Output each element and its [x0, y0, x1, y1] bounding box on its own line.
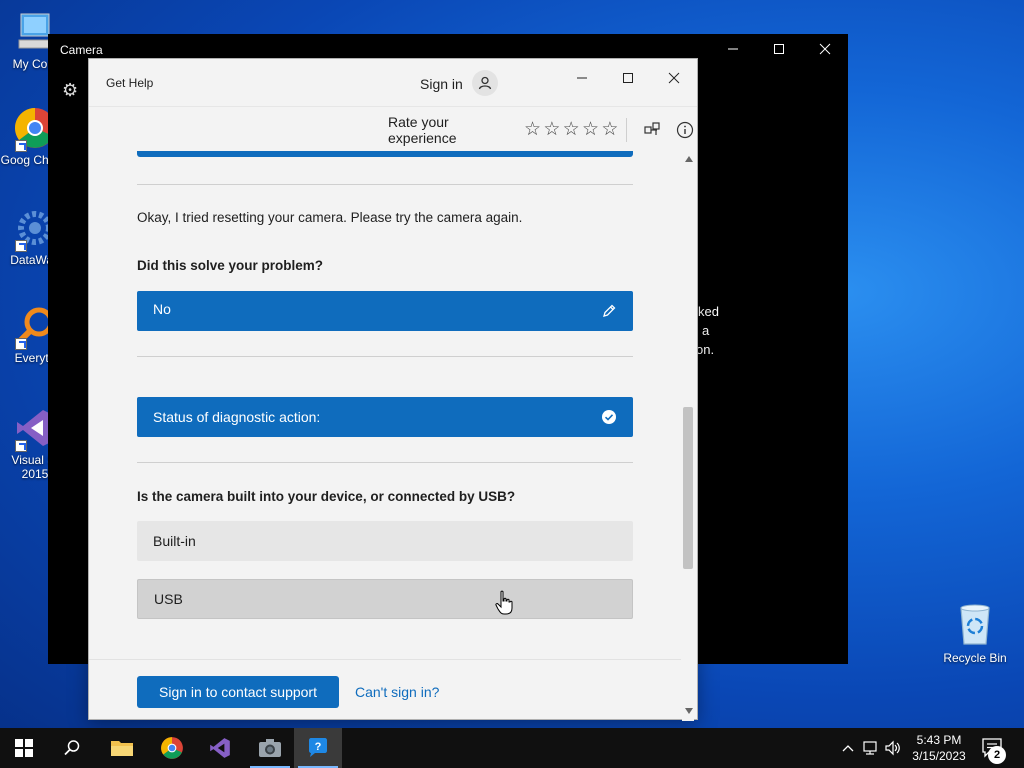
folder-icon [111, 741, 133, 756]
clock-date: 3/15/2023 [912, 749, 966, 763]
scrollbar-thumb[interactable] [683, 407, 693, 569]
close-button[interactable] [651, 63, 697, 93]
scroll-up-arrow-icon[interactable] [685, 156, 693, 162]
recycle-bin-icon [960, 604, 990, 645]
info-icon[interactable] [674, 119, 697, 141]
sign-in-contact-support-button[interactable]: Sign in to contact support [137, 676, 339, 708]
option-usb-label: USB [154, 591, 183, 607]
desktop-icon-recycle-bin[interactable]: Recycle Bin [938, 600, 1012, 665]
taskbar-visual-studio[interactable] [196, 728, 244, 768]
scroll-down-arrow-icon[interactable] [685, 708, 693, 714]
gear-icon[interactable]: ⚙ [62, 80, 82, 100]
search-icon [64, 740, 80, 756]
maximize-button[interactable] [605, 63, 651, 93]
taskbar-chrome[interactable] [148, 728, 196, 768]
shortcut-arrow-icon [15, 240, 27, 252]
cant-sign-in-link[interactable]: Can't sign in? [355, 684, 439, 700]
recycle-bin-label: Recycle Bin [943, 651, 1007, 665]
share-icon[interactable] [641, 119, 664, 141]
rating-separator [625, 118, 627, 142]
camera-type-question: Is the camera built into your device, or… [137, 489, 516, 504]
pencil-icon[interactable] [601, 303, 617, 319]
solve-answer-button[interactable]: No [137, 291, 633, 331]
network-icon[interactable] [860, 738, 880, 758]
reset-message: Okay, I tried resetting your camera. Ple… [137, 210, 523, 225]
camera-window-title: Camera [60, 43, 103, 57]
taskbar-clock[interactable]: 5:43 PM 3/15/2023 [906, 732, 972, 764]
clock-time: 5:43 PM [916, 733, 962, 747]
maximize-icon [623, 73, 633, 83]
taskbar: ? 5:43 PM 3/15/2023 2 [0, 728, 1024, 768]
solve-question: Did this solve your problem? [137, 258, 324, 273]
get-help-window[interactable]: Get Help Sign in Rate your experience ☆ … [88, 58, 698, 721]
star-1-icon[interactable]: ☆ [523, 120, 542, 140]
minimize-button[interactable] [710, 34, 756, 64]
rating-row: Rate your experience ☆ ☆ ☆ ☆ ☆ [388, 114, 697, 146]
shortcut-arrow-icon [15, 140, 27, 152]
taskbar-file-explorer[interactable] [98, 728, 146, 768]
svg-text:?: ? [315, 741, 322, 753]
star-3-icon[interactable]: ☆ [562, 120, 581, 140]
hand-cursor-icon [495, 590, 513, 615]
close-icon [668, 72, 680, 84]
footer: Sign in to contact support Can't sign in… [89, 659, 681, 719]
chrome-icon [161, 737, 183, 759]
option-builtin-button[interactable]: Built-in [137, 521, 633, 561]
get-help-title: Get Help [106, 76, 154, 90]
diagnostic-status-button[interactable]: Status of diagnostic action: [137, 397, 633, 437]
taskbar-search-button[interactable] [48, 728, 96, 768]
avatar[interactable] [472, 70, 498, 96]
divider [137, 184, 633, 185]
get-help-icon: ? [309, 738, 327, 757]
start-button[interactable] [0, 728, 48, 768]
shortcut-arrow-icon [15, 338, 27, 350]
camera-partial-text: ked a on. [696, 304, 719, 357]
star-2-icon[interactable]: ☆ [542, 120, 561, 140]
checkmark-circle-icon [602, 410, 616, 424]
header-divider [89, 106, 697, 107]
maximize-button[interactable] [756, 34, 802, 64]
star-5-icon[interactable]: ☆ [600, 120, 619, 140]
camera-icon [259, 739, 281, 757]
minimize-button[interactable] [559, 63, 605, 93]
divider [137, 462, 633, 463]
solve-answer-label: No [153, 301, 171, 317]
person-icon [478, 76, 492, 90]
previous-answer-bar [137, 151, 633, 157]
show-hidden-icons-chevron-icon[interactable] [838, 738, 858, 758]
divider [137, 356, 633, 357]
taskbar-get-help[interactable]: ? [294, 728, 342, 768]
minimize-icon [728, 48, 738, 50]
star-4-icon[interactable]: ☆ [581, 120, 600, 140]
taskbar-camera[interactable] [246, 728, 294, 768]
rate-label: Rate your experience [388, 114, 457, 146]
notification-count-badge: 2 [988, 746, 1006, 764]
close-button[interactable] [802, 34, 848, 64]
diagnostic-status-label: Status of diagnostic action: [153, 409, 321, 425]
sign-in-link[interactable]: Sign in [420, 76, 463, 92]
option-builtin-label: Built-in [153, 533, 196, 549]
close-icon [819, 43, 831, 55]
windows-logo-icon [15, 739, 33, 757]
visual-studio-icon [210, 738, 230, 758]
maximize-icon [774, 44, 784, 54]
volume-icon[interactable] [883, 738, 903, 758]
option-usb-button[interactable]: USB [137, 579, 633, 619]
minimize-icon [577, 77, 587, 79]
shortcut-arrow-icon [15, 440, 27, 452]
